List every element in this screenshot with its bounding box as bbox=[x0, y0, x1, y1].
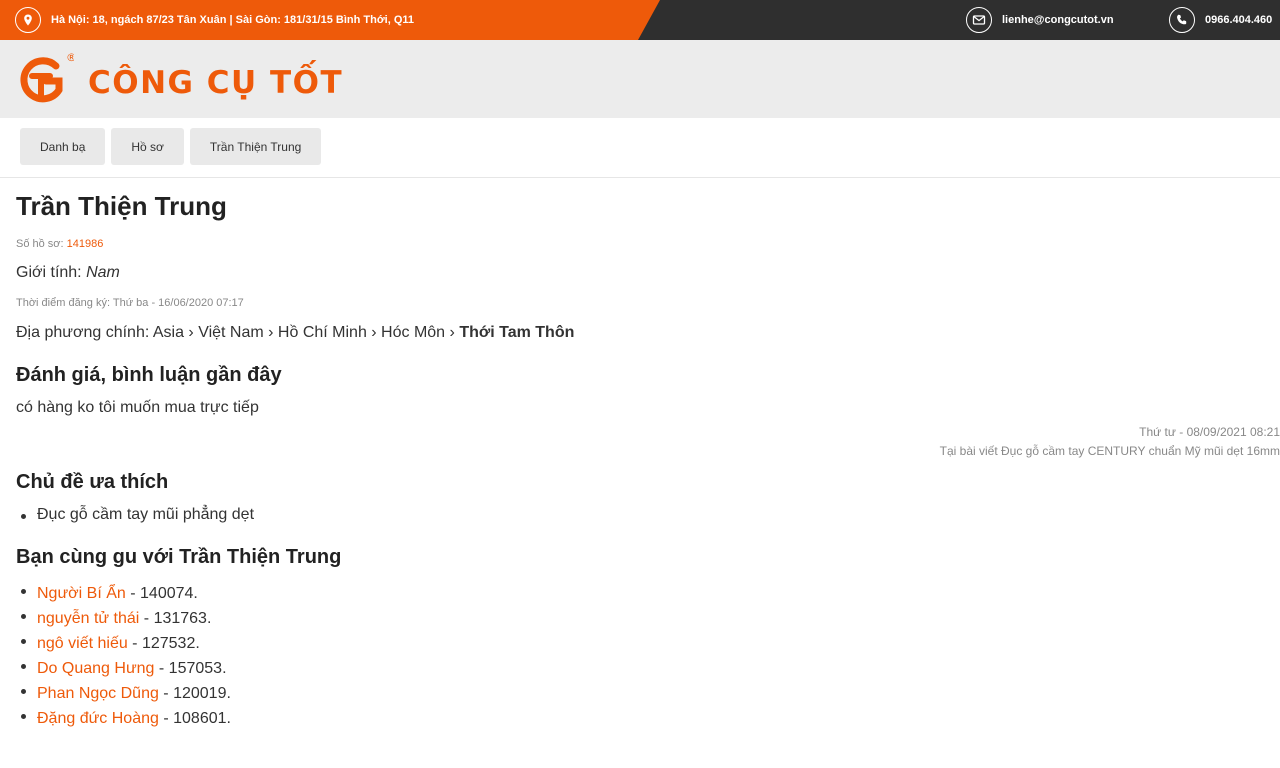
phone-number[interactable]: 0966.404.460 bbox=[1205, 14, 1272, 26]
location-pin-icon bbox=[15, 7, 41, 33]
site-header: ® CÔNG CỤ TỐT bbox=[0, 40, 1280, 118]
favorites-list: Đục gỗ cầm tay mũi phẳng dẹt bbox=[16, 506, 1280, 524]
user-id: - 140074. bbox=[125, 585, 198, 602]
list-item: Phan Ngọc Dũng - 120019. bbox=[16, 681, 1280, 706]
registered-mark: ® bbox=[66, 51, 74, 64]
site-logo[interactable]: ® CÔNG CỤ TỐT bbox=[16, 50, 343, 106]
breadcrumb-item-current[interactable]: Trần Thiện Trung bbox=[189, 128, 322, 165]
list-item: Do Quang Hưng - 157053. bbox=[16, 656, 1280, 681]
user-id: - 127532. bbox=[127, 635, 200, 652]
location-current: Thới Tam Thôn bbox=[459, 324, 575, 341]
user-id: - 108601. bbox=[158, 710, 231, 727]
user-link[interactable]: Đặng đức Hoàng bbox=[37, 710, 159, 727]
user-link[interactable]: ngô viết hiếu bbox=[37, 635, 128, 652]
email-item[interactable]: lienhe@congcutot.vn bbox=[966, 0, 1114, 40]
header-divider bbox=[0, 177, 1280, 178]
review-meta: Thứ tư - 08/09/2021 08:21 Tại bài viết Đ… bbox=[16, 417, 1280, 471]
top-info-bar: Hà Nội: 18, ngách 87/23 Tân Xuân | Sài G… bbox=[0, 0, 1280, 40]
profile-id-row: Số hồ sơ: 141986 bbox=[16, 238, 1280, 250]
list-item: nguyễn tử thái - 131763. bbox=[16, 606, 1280, 631]
favorite-topic[interactable]: Đục gỗ cầm tay mũi phẳng dẹt bbox=[16, 506, 1280, 524]
page-title: Trần Thiện Trung bbox=[16, 191, 227, 221]
gender-value: Nam bbox=[86, 264, 120, 281]
profile-id-value: 141986 bbox=[66, 238, 104, 250]
breadcrumb-item-directory[interactable]: Danh bạ bbox=[20, 128, 106, 165]
logo-text: CÔNG CỤ TỐT bbox=[88, 65, 344, 101]
user-id: - 131763. bbox=[139, 610, 212, 627]
address-text: Hà Nội: 18, ngách 87/23 Tân Xuân | Sài G… bbox=[51, 14, 415, 26]
profile-id-label: Số hồ sơ: bbox=[16, 238, 64, 250]
location-path: Asia › Việt Nam › Hồ Chí Minh › Hóc Môn … bbox=[152, 324, 455, 341]
user-id: - 120019. bbox=[158, 685, 231, 702]
review-time: Thứ tư - 08/09/2021 08:21 bbox=[1139, 425, 1280, 439]
list-item: ngô viết hiếu - 127532. bbox=[16, 631, 1280, 656]
review-source-link[interactable]: Tại bài viết Đục gỗ cầm tay CENTURY chuẩ… bbox=[940, 442, 1280, 461]
location-row: Địa phương chính: Asia › Việt Nam › Hồ C… bbox=[16, 324, 1280, 342]
list-item: Đặng đức Hoàng - 108601. bbox=[16, 706, 1280, 731]
breadcrumb: Danh bạ Hồ sơ Trần Thiện Trung bbox=[20, 128, 322, 165]
reviews-heading: Đánh giá, bình luận gần đây bbox=[16, 364, 282, 386]
registration-time: Thời điểm đăng ký: Thứ ba - 16/06/2020 0… bbox=[16, 297, 244, 309]
review-comment: có hàng ko tôi muốn mua trực tiếp bbox=[16, 399, 259, 416]
user-link[interactable]: nguyễn tử thái bbox=[37, 610, 139, 627]
user-link[interactable]: Do Quang Hưng bbox=[37, 660, 154, 677]
similar-heading: Bạn cùng gu với Trần Thiện Trung bbox=[16, 546, 342, 568]
envelope-icon bbox=[966, 7, 992, 33]
address-item: Hà Nội: 18, ngách 87/23 Tân Xuân | Sài G… bbox=[15, 0, 414, 40]
phone-icon bbox=[1169, 7, 1195, 33]
review-meta-text: Thứ tư - 08/09/2021 08:21 Tại bài viết Đ… bbox=[940, 423, 1280, 461]
similar-users-list: Người Bí Ẩn - 140074. nguyễn tử thái - 1… bbox=[16, 581, 1280, 731]
phone-item[interactable]: 0966.404.460 bbox=[1169, 0, 1272, 40]
logo-mark-icon: ® bbox=[16, 50, 77, 106]
profile-content: Trần Thiện Trung Số hồ sơ: 141986 Giới t… bbox=[16, 188, 1280, 731]
breadcrumb-item-profile[interactable]: Hồ sơ bbox=[111, 128, 184, 165]
list-item: Người Bí Ẩn - 140074. bbox=[16, 581, 1280, 606]
favorites-heading: Chủ đề ưa thích bbox=[16, 471, 169, 493]
gender-label: Giới tính: bbox=[16, 264, 82, 281]
email-link[interactable]: lienhe@congcutot.vn bbox=[1002, 14, 1114, 26]
gender-row: Giới tính: Nam bbox=[16, 264, 1280, 282]
user-id: - 157053. bbox=[154, 660, 227, 677]
user-link[interactable]: Người Bí Ẩn bbox=[37, 585, 126, 602]
location-label: Địa phương chính: bbox=[16, 324, 150, 341]
user-link[interactable]: Phan Ngọc Dũng bbox=[37, 685, 159, 702]
